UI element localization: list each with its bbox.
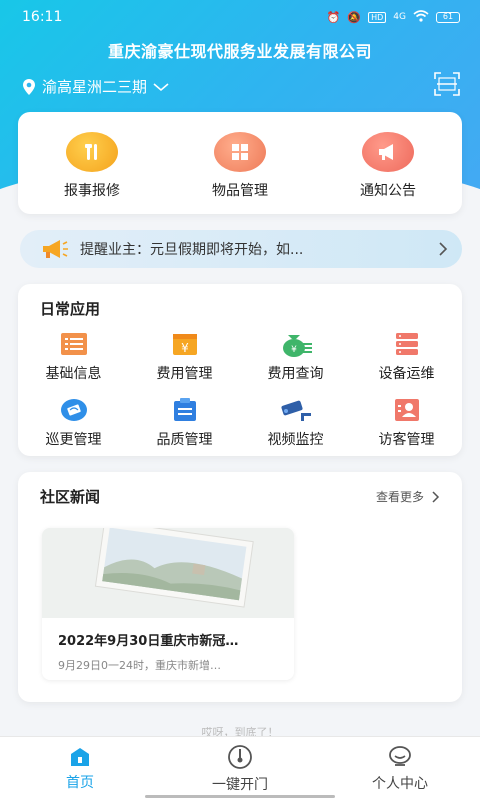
app-label: 费用查询 <box>267 366 324 382</box>
tab-home[interactable]: 首页 <box>20 746 140 792</box>
visitor-card-icon <box>390 395 424 425</box>
tab-profile[interactable]: 个人中心 <box>340 745 460 793</box>
repair-tools-icon <box>66 132 118 172</box>
home-icon <box>71 747 89 766</box>
quick-actions-card: 报事报修 物品管理 通知公告 <box>18 112 462 214</box>
daily-apps-card: 日常应用 基础信息 ¥ 费用管理 ¥ 费用查询 设备运维 巡更管理 品质管理 视… <box>18 284 462 456</box>
daily-apps-grid: 基础信息 ¥ 费用管理 ¥ 费用查询 设备运维 巡更管理 品质管理 视频监控 访… <box>18 329 462 449</box>
news-card: 社区新闻 查看更多 2022年9月30日重庆市新冠… 9月29日0一24时，重庆… <box>18 472 462 702</box>
news-item-summary: 9月29日0一24时，重庆市新增… <box>58 659 221 672</box>
hd-icon: HD <box>368 11 387 23</box>
status-bar: 16:11 ⏰ 🔕 HD 4G 61 <box>0 0 480 34</box>
scan-icon[interactable] <box>434 72 460 96</box>
quick-action-label: 通知公告 <box>360 183 416 199</box>
megaphone-icon <box>362 132 414 172</box>
app-label: 巡更管理 <box>45 432 102 448</box>
tab-label: 一键开门 <box>212 776 268 793</box>
location-pin-icon <box>23 78 35 95</box>
news-item[interactable]: 2022年9月30日重庆市新冠… 9月29日0一24时，重庆市新增… <box>42 528 294 680</box>
tab-open-door[interactable]: 一键开门 <box>180 744 300 794</box>
news-title: 社区新闻 <box>40 488 101 506</box>
megaphone-icon <box>43 240 68 258</box>
tab-label: 首页 <box>66 774 94 791</box>
mute-icon: 🔕 <box>347 10 362 24</box>
chat-user-icon <box>389 745 411 766</box>
view-more-link[interactable]: 查看更多 <box>376 488 440 505</box>
svg-text:¥: ¥ <box>181 341 189 355</box>
news-header: 社区新闻 查看更多 <box>18 486 462 507</box>
news-item-title: 2022年9月30日重庆市新冠… <box>58 634 239 649</box>
money-bag-icon: ¥ <box>279 329 313 359</box>
document-list-icon <box>57 329 91 359</box>
svg-text:¥: ¥ <box>291 345 297 355</box>
camera-icon <box>279 395 313 425</box>
quick-action-label: 物品管理 <box>212 183 268 199</box>
app-basic-info[interactable]: 基础信息 <box>18 329 129 383</box>
app-label: 基础信息 <box>45 366 102 382</box>
app-equipment-maintenance[interactable]: 设备运维 <box>351 329 462 383</box>
home-indicator <box>145 795 335 798</box>
grid-box-icon <box>214 132 266 172</box>
status-time: 16:11 <box>22 9 63 25</box>
yuan-wallet-icon: ¥ <box>168 329 202 359</box>
server-stack-icon <box>390 329 424 359</box>
chevron-down-icon <box>153 82 169 91</box>
battery-icon: 61 <box>436 11 460 23</box>
app-quality-management[interactable]: 品质管理 <box>129 395 240 449</box>
network-icon: 4G <box>393 12 406 22</box>
app-label: 视频监控 <box>267 432 324 448</box>
key-lock-icon <box>228 744 252 769</box>
status-icons: ⏰ 🔕 HD 4G 61 <box>326 9 460 25</box>
alarm-icon: ⏰ <box>326 10 341 24</box>
clipboard-icon <box>168 395 202 425</box>
location-label: 渝高星洲二三期 <box>42 78 148 96</box>
tab-label: 个人中心 <box>372 775 428 792</box>
daily-apps-title: 日常应用 <box>40 300 101 318</box>
app-visitor-management[interactable]: 访客管理 <box>351 395 462 449</box>
bottom-tab-bar: 首页 一键开门 个人中心 <box>0 736 480 800</box>
patrol-tag-icon <box>57 395 91 425</box>
app-patrol-management[interactable]: 巡更管理 <box>18 395 129 449</box>
chevron-right-icon <box>432 490 440 503</box>
quick-action-repair[interactable]: 报事报修 <box>32 132 152 200</box>
company-name: 重庆渝豪仕现代服务业发展有限公司 <box>107 42 372 61</box>
app-label: 设备运维 <box>378 366 435 382</box>
app-fee-query[interactable]: ¥ 费用查询 <box>240 329 351 383</box>
chevron-right-icon <box>439 242 448 256</box>
notice-banner[interactable]: 提醒业主：元旦假期即将开始，如... <box>20 230 462 268</box>
app-video-monitoring[interactable]: 视频监控 <box>240 395 351 449</box>
wifi-icon <box>413 9 429 25</box>
quick-action-notices[interactable]: 通知公告 <box>328 132 448 200</box>
app-label: 品质管理 <box>156 432 213 448</box>
app-label: 费用管理 <box>156 366 213 382</box>
notice-text: 提醒业主：元旦假期即将开始，如... <box>80 242 304 258</box>
app-label: 访客管理 <box>378 432 435 448</box>
news-thumbnail <box>42 528 294 618</box>
quick-action-items[interactable]: 物品管理 <box>180 132 300 200</box>
view-more-label: 查看更多 <box>375 490 424 504</box>
location-selector[interactable]: 渝高星洲二三期 <box>22 76 169 97</box>
quick-action-label: 报事报修 <box>64 183 120 199</box>
app-fee-management[interactable]: ¥ 费用管理 <box>129 329 240 383</box>
